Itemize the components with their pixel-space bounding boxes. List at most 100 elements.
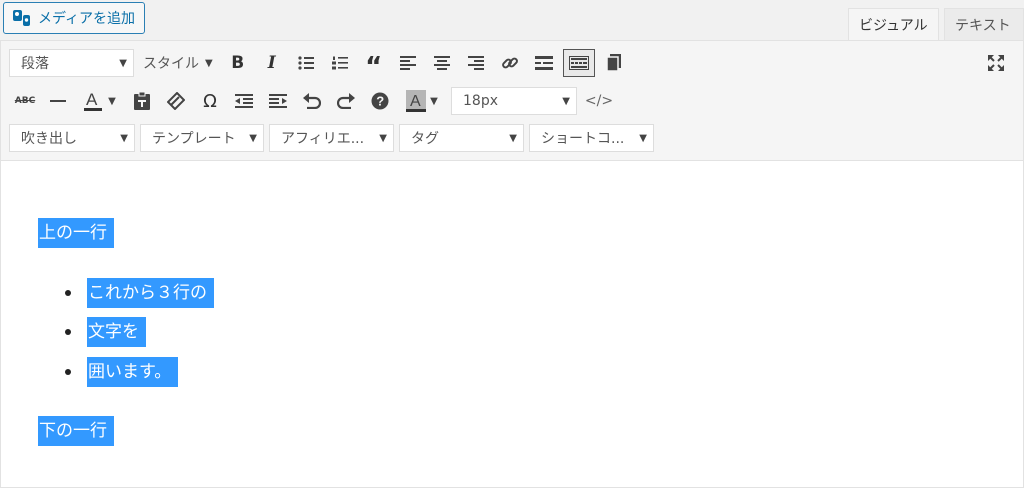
align-left-icon [399, 56, 416, 70]
fullscreen-icon [988, 55, 1004, 71]
align-center-icon [433, 56, 450, 70]
chevron-down-icon: ▼ [205, 57, 213, 69]
bullet-icon [65, 290, 71, 296]
bulleted-list-button[interactable] [289, 48, 323, 78]
copy-icon [605, 54, 621, 72]
editor-content-area[interactable]: 上の一行 これから３行の 文字を 囲います。 下の一行 [1, 161, 1023, 487]
background-color-icon: A [406, 90, 427, 112]
shortcode-label: ショートコ... [541, 131, 625, 147]
chevron-down-icon: ▼ [249, 132, 257, 144]
rich-text-editor: 段落 ▼ スタイル ▼ B I “ ABC A ▼ Ω ? A ▼ 18px ▼… [0, 40, 1024, 488]
indent-button[interactable] [261, 86, 295, 116]
add-media-label: メディアを追加 [38, 11, 136, 27]
code-icon: </> [584, 93, 614, 109]
chevron-down-icon: ▼ [639, 132, 647, 144]
tab-visual[interactable]: ビジュアル [848, 8, 939, 41]
shortcode-dropdown[interactable]: ショートコ... ▼ [529, 124, 654, 152]
font-size-value: 18px [463, 93, 498, 109]
editor-topbar: メディアを追加 ビジュアル テキスト [0, 0, 1024, 41]
background-color-button[interactable]: A ▼ [397, 86, 447, 116]
format-select-value: 段落 [21, 56, 49, 72]
special-character-button[interactable]: Ω [193, 86, 227, 116]
outdent-icon [235, 94, 253, 108]
special-character-icon: Ω [203, 90, 217, 112]
affiliate-dropdown[interactable]: アフィリエ... ▼ [269, 124, 394, 152]
editor-toolbar: 段落 ▼ スタイル ▼ B I “ ABC A ▼ Ω ? A ▼ 18px ▼… [1, 41, 1023, 161]
toolbar-row-3: 吹き出し ▼ テンプレート ▼ アフィリエ... ▼ タグ ▼ ショートコ...… [9, 123, 659, 153]
chevron-down-icon: ▼ [562, 95, 570, 107]
blockquote-icon: “ [365, 52, 383, 82]
paste-as-text-icon [134, 92, 150, 110]
list-item[interactable]: 囲います。 [65, 357, 179, 387]
copy-button[interactable] [597, 48, 631, 78]
svg-text:?: ? [376, 94, 384, 109]
strikethrough-button[interactable]: ABC [9, 86, 41, 116]
italic-button[interactable]: I [255, 48, 289, 78]
format-select[interactable]: 段落 ▼ [9, 49, 134, 77]
svg-text:A: A [410, 93, 421, 110]
strikethrough-icon: ABC [14, 96, 36, 106]
text-color-icon: A [84, 90, 103, 111]
speech-bubble-dropdown[interactable]: 吹き出し ▼ [9, 124, 135, 152]
selected-text[interactable]: 文字を [87, 317, 146, 347]
paste-as-text-button[interactable] [125, 86, 159, 116]
toolbar-toggle-icon [568, 56, 589, 70]
chevron-down-icon: ▼ [430, 95, 438, 107]
chevron-down-icon: ▼ [108, 95, 116, 107]
clear-formatting-button[interactable] [159, 86, 193, 116]
align-right-icon [467, 56, 484, 70]
paragraph-bottom[interactable]: 下の一行 [38, 416, 114, 446]
text-color-button[interactable]: A ▼ [75, 86, 125, 116]
bulleted-list-icon [298, 56, 314, 70]
media-icon [13, 10, 30, 26]
link-button[interactable] [493, 48, 527, 78]
tag-dropdown[interactable]: タグ ▼ [399, 124, 524, 152]
font-size-select[interactable]: 18px ▼ [451, 87, 577, 115]
bold-icon: B [231, 53, 245, 73]
help-icon: ? [371, 92, 389, 110]
tag-label: タグ [411, 131, 439, 147]
template-label: テンプレート [152, 131, 236, 147]
outdent-button[interactable] [227, 86, 261, 116]
template-dropdown[interactable]: テンプレート ▼ [140, 124, 264, 152]
horizontal-line-icon [50, 100, 66, 102]
bullet-icon [65, 329, 71, 335]
help-button[interactable]: ? [363, 86, 397, 116]
list-item[interactable]: 文字を [65, 317, 146, 347]
toolbar-row-2: ABC A ▼ Ω ? A ▼ 18px ▼ </> [9, 86, 616, 116]
read-more-button[interactable] [527, 48, 561, 78]
affiliate-label: アフィリエ... [281, 131, 365, 147]
align-right-button[interactable] [459, 48, 493, 78]
blockquote-button[interactable]: “ [357, 48, 391, 82]
bold-button[interactable]: B [221, 48, 255, 78]
toolbar-toggle-button[interactable] [562, 49, 595, 77]
selected-text[interactable]: これから３行の [87, 278, 214, 308]
redo-button[interactable] [329, 86, 363, 116]
numbered-list-icon [331, 56, 348, 70]
code-button[interactable]: </> [582, 86, 616, 116]
redo-icon [337, 93, 355, 109]
align-left-button[interactable] [391, 48, 425, 78]
indent-icon [269, 94, 287, 108]
list-item[interactable]: これから３行の [65, 278, 214, 308]
paragraph-top[interactable]: 上の一行 [38, 218, 114, 248]
horizontal-line-button[interactable] [41, 86, 75, 116]
align-center-button[interactable] [425, 48, 459, 78]
selected-text[interactable]: 囲います。 [87, 357, 179, 387]
read-more-icon [534, 56, 553, 70]
tab-text[interactable]: テキスト [944, 8, 1024, 41]
style-dropdown-label: スタイル [143, 56, 199, 72]
numbered-list-button[interactable] [323, 48, 357, 78]
fullscreen-button[interactable] [979, 48, 1013, 78]
selected-text[interactable]: 下の一行 [38, 416, 114, 446]
chevron-down-icon: ▼ [119, 57, 127, 69]
svg-text:A: A [86, 90, 98, 109]
speech-bubble-label: 吹き出し [21, 131, 77, 147]
clear-formatting-icon [167, 92, 185, 110]
selected-text[interactable]: 上の一行 [38, 218, 114, 248]
add-media-button[interactable]: メディアを追加 [3, 2, 146, 34]
toolbar-row-1: 段落 ▼ スタイル ▼ B I “ [9, 48, 631, 82]
undo-button[interactable] [295, 86, 329, 116]
undo-icon [303, 93, 321, 109]
style-dropdown[interactable]: スタイル ▼ [139, 49, 217, 77]
